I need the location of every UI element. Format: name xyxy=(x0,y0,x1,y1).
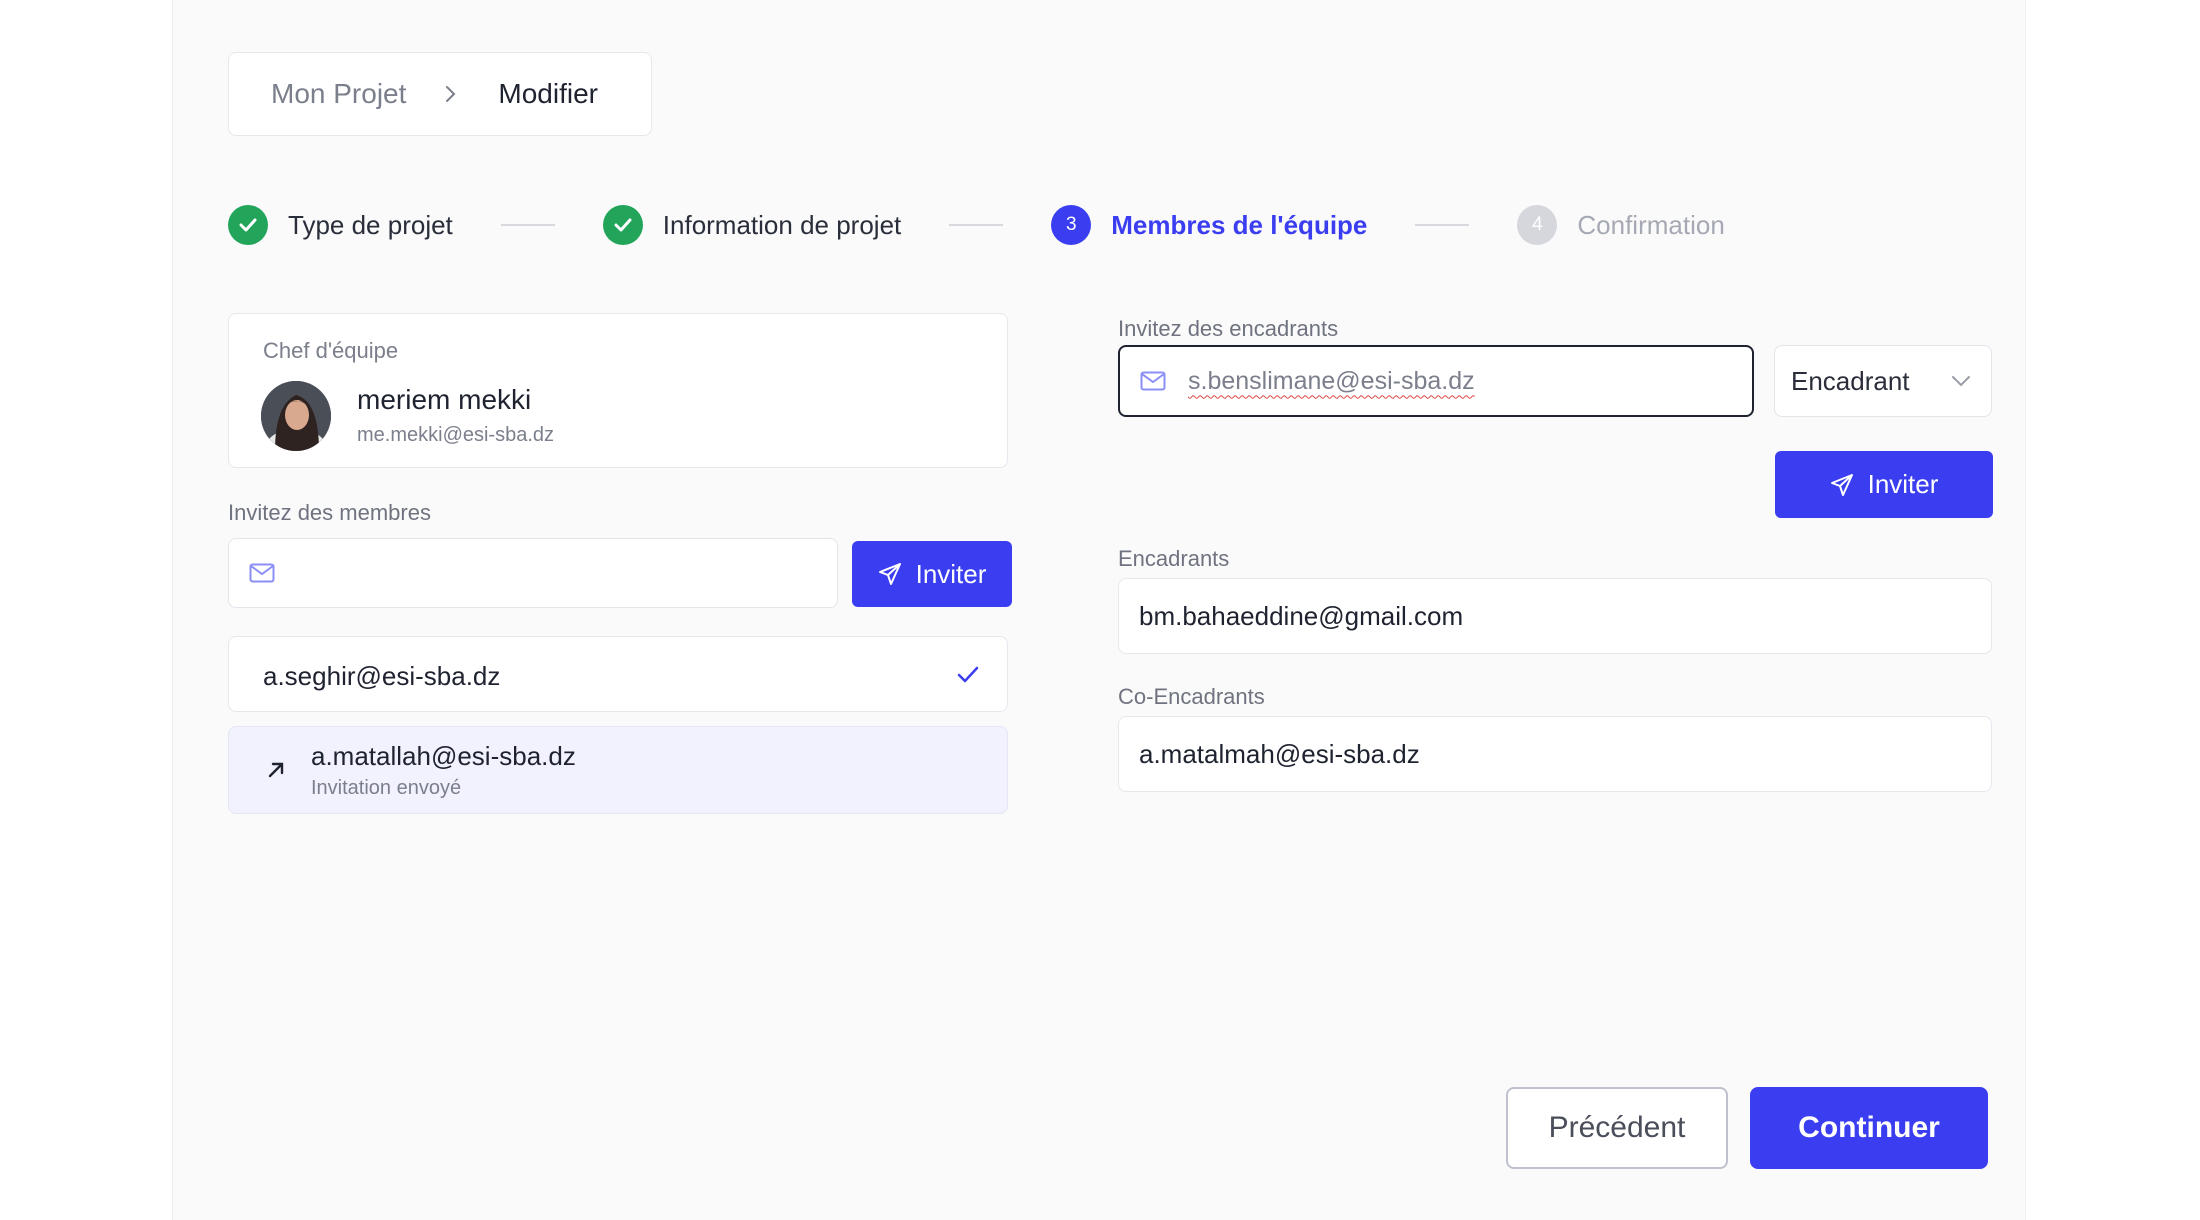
team-leader-email: me.mekki@esi-sba.dz xyxy=(357,424,555,446)
step-number: 4 xyxy=(1517,205,1558,245)
invite-label: Inviter xyxy=(1867,469,1939,499)
encadrant-email: bm.bahaeddine@gmail.com xyxy=(1139,600,1464,631)
supervisor-email-field[interactable]: s.benslimane@esi-sba.dz xyxy=(1118,345,1754,417)
co-encadrant-email: a.matalmah@esi-sba.dz xyxy=(1139,738,1420,769)
step-label: Information de projet xyxy=(662,209,902,240)
stepper: Type de projet Information de projet 3 M… xyxy=(228,205,1725,245)
invite-member-button[interactable]: Inviter xyxy=(852,541,1012,607)
role-select-value: Encadrant xyxy=(1791,365,1910,396)
members-label: Invitez des membres xyxy=(228,500,431,525)
co-encadrants-field: a.matalmah@esi-sba.dz xyxy=(1118,716,1992,792)
member-email-input[interactable] xyxy=(289,539,837,607)
breadcrumb-current: Modifier xyxy=(498,78,598,109)
supervisor-email-value: s.benslimane@esi-sba.dz xyxy=(1188,366,1475,395)
breadcrumb-parent[interactable]: Mon Projet xyxy=(271,78,406,110)
list-item[interactable]: a.matallah@esi-sba.dz Invitation envoyé xyxy=(228,726,1008,814)
mail-icon xyxy=(249,563,275,583)
encadrants-field: bm.bahaeddine@gmail.com xyxy=(1118,578,1992,654)
chevron-down-icon xyxy=(1952,376,1970,387)
step-label: Type de projet xyxy=(288,209,453,240)
supervisors-label: Invitez des encadrants xyxy=(1118,316,1339,341)
member-email: a.seghir@esi-sba.dz xyxy=(263,661,501,691)
continue-button[interactable]: Continuer xyxy=(1750,1087,1988,1169)
send-icon xyxy=(1830,473,1853,496)
step-label: Membres de l'équipe xyxy=(1111,209,1368,240)
check-icon xyxy=(602,205,643,245)
step-number: 3 xyxy=(1051,205,1092,245)
step-divider xyxy=(949,224,1004,226)
previous-button[interactable]: Précédent xyxy=(1506,1087,1728,1169)
team-leader-card: Chef d'équipe meriem mekki me.mekki@esi-… xyxy=(228,313,1008,468)
avatar xyxy=(261,381,331,451)
member-email-field[interactable] xyxy=(228,538,838,608)
arrow-up-right-icon xyxy=(268,762,284,778)
mail-icon xyxy=(1140,371,1166,391)
step-type-de-projet[interactable]: Type de projet xyxy=(228,205,453,245)
encadrants-label: Encadrants xyxy=(1118,546,1230,571)
step-confirmation[interactable]: 4 Confirmation xyxy=(1517,205,1725,245)
breadcrumb: Mon Projet Modifier xyxy=(228,52,652,136)
step-membres[interactable]: 3 Membres de l'équipe xyxy=(1051,205,1367,245)
step-divider xyxy=(500,224,555,226)
send-icon xyxy=(878,563,901,585)
chevron-right-icon xyxy=(444,85,462,103)
invite-label: Inviter xyxy=(915,558,987,589)
invitation-status: Invitation envoyé xyxy=(311,777,462,799)
step-label: Confirmation xyxy=(1577,209,1725,240)
invite-supervisor-button[interactable]: Inviter xyxy=(1775,451,1993,518)
member-email: a.matallah@esi-sba.dz xyxy=(311,741,576,771)
check-icon xyxy=(957,666,979,683)
check-icon xyxy=(228,205,268,245)
co-encadrants-label: Co-Encadrants xyxy=(1118,684,1265,709)
step-information-de-projet[interactable]: Information de projet xyxy=(602,205,902,245)
role-select[interactable]: Encadrant xyxy=(1774,345,1992,417)
team-leader-name: meriem mekki xyxy=(357,384,532,415)
team-leader-title: Chef d'équipe xyxy=(263,338,399,363)
list-item[interactable]: a.seghir@esi-sba.dz xyxy=(228,636,1008,712)
step-divider xyxy=(1415,224,1470,226)
